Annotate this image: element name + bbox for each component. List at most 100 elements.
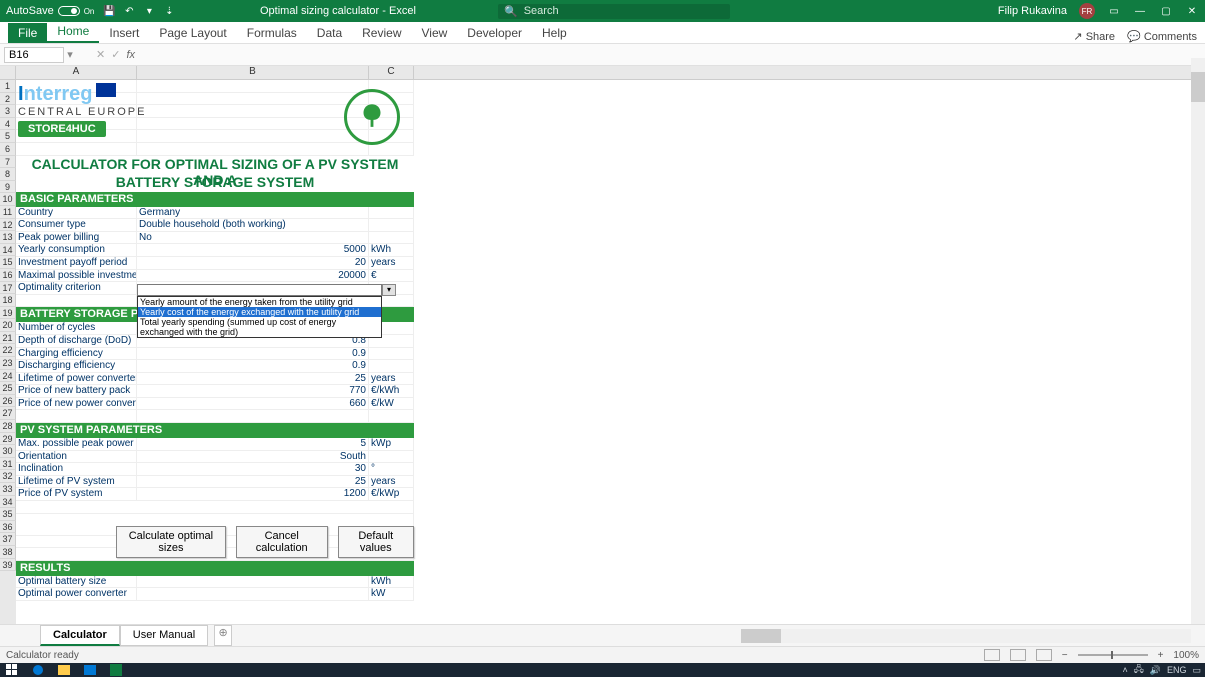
mail-icon[interactable] bbox=[82, 664, 98, 676]
ribbon-tabs: File Home Insert Page Layout Formulas Da… bbox=[0, 22, 1205, 44]
sheet-tab-user-manual[interactable]: User Manual bbox=[120, 625, 208, 646]
label-pv-price: Price of PV system bbox=[16, 488, 137, 501]
zoom-out-icon[interactable]: − bbox=[1062, 650, 1068, 661]
share-button[interactable]: ↗ Share bbox=[1073, 30, 1115, 43]
name-box[interactable]: B16 bbox=[4, 47, 64, 63]
ribbon-display-icon[interactable]: ▭ bbox=[1107, 4, 1121, 18]
tab-file[interactable]: File bbox=[8, 23, 47, 43]
col-header-b[interactable]: B bbox=[137, 66, 369, 80]
explorer-icon[interactable] bbox=[56, 664, 72, 676]
tab-formulas[interactable]: Formulas bbox=[237, 23, 307, 43]
tab-help[interactable]: Help bbox=[532, 23, 577, 43]
status-text: Calculator ready bbox=[6, 650, 79, 661]
dropdown-arrow-icon[interactable]: ▾ bbox=[382, 284, 396, 296]
user-avatar[interactable]: FR bbox=[1079, 3, 1095, 19]
search-box[interactable]: 🔍 Search bbox=[498, 4, 730, 19]
zoom-in-icon[interactable]: + bbox=[1158, 650, 1164, 661]
main-title-2: BATTERY STORAGE SYSTEM bbox=[16, 174, 414, 192]
eu-flag-icon bbox=[96, 83, 116, 97]
zoom-level[interactable]: 100% bbox=[1173, 650, 1199, 661]
section-pv: PV SYSTEM PARAMETERS bbox=[16, 423, 414, 438]
label-converter-price: Price of new power converter bbox=[16, 398, 137, 411]
tray-volume-icon[interactable]: 🔊 bbox=[1150, 665, 1161, 676]
label-battery-price: Price of new battery pack bbox=[16, 385, 137, 398]
page-break-view-icon[interactable] bbox=[1036, 649, 1052, 661]
tab-developer[interactable]: Developer bbox=[457, 23, 532, 43]
tree-icon bbox=[344, 89, 400, 145]
fx-icon[interactable]: fx bbox=[126, 49, 135, 61]
value-yearly-consumption[interactable]: 5000 bbox=[137, 244, 369, 257]
tray-chevron-icon[interactable]: ˄ bbox=[1122, 665, 1127, 675]
horizontal-scrollbar[interactable] bbox=[741, 629, 1191, 643]
search-icon: 🔍 bbox=[504, 5, 518, 18]
tab-home[interactable]: Home bbox=[47, 21, 99, 43]
defaults-button[interactable]: Default values bbox=[338, 526, 414, 558]
start-icon[interactable] bbox=[4, 664, 20, 676]
label-opt-battery: Optimal battery size bbox=[16, 576, 137, 589]
label-opt-converter: Optimal power converter bbox=[16, 588, 137, 601]
row-headers[interactable]: 12345678 910111213141516 171819202122232… bbox=[0, 80, 16, 635]
normal-view-icon[interactable] bbox=[984, 649, 1000, 661]
page-layout-view-icon[interactable] bbox=[1010, 649, 1026, 661]
tab-insert[interactable]: Insert bbox=[99, 23, 149, 43]
value-max-investment[interactable]: 20000 bbox=[137, 270, 369, 283]
dropdown-option-2[interactable]: Total yearly spending (summed up cost of… bbox=[138, 317, 381, 337]
zoom-slider[interactable] bbox=[1078, 654, 1148, 656]
label-country: Country bbox=[16, 207, 137, 220]
autosave-toggle[interactable] bbox=[58, 6, 80, 16]
close-icon[interactable]: ✕ bbox=[1185, 4, 1199, 18]
sheet-cells[interactable]: CALCULATOR FOR OPTIMAL SIZING OF A PV SY… bbox=[16, 80, 414, 635]
empty-grid-area[interactable] bbox=[414, 80, 1205, 635]
name-box-dropdown-icon[interactable]: ▾ bbox=[64, 48, 76, 61]
maximize-icon[interactable]: ▢ bbox=[1159, 4, 1173, 18]
undo-icon[interactable]: ↶ bbox=[122, 4, 136, 18]
unit-kwh: kWh bbox=[369, 244, 414, 257]
value-consumer-type[interactable]: Double household (both working) bbox=[137, 219, 369, 232]
optimality-dropdown[interactable]: ▾ Yearly amount of the energy taken from… bbox=[137, 284, 382, 338]
label-yearly-consumption: Yearly consumption bbox=[16, 244, 137, 257]
cancel-formula-icon[interactable]: ✕ bbox=[96, 48, 105, 61]
label-pv-lifetime: Lifetime of PV system bbox=[16, 476, 137, 489]
label-dod: Depth of discharge (DoD) bbox=[16, 335, 137, 348]
tab-review[interactable]: Review bbox=[352, 23, 411, 43]
tray-network-icon[interactable]: 🖧 bbox=[1134, 662, 1144, 678]
col-header-rest[interactable] bbox=[414, 66, 1205, 80]
sheet-tab-calculator[interactable]: Calculator bbox=[40, 625, 120, 646]
calculate-button[interactable]: Calculate optimal sizes bbox=[116, 526, 226, 558]
dropdown-option-1[interactable]: Yearly cost of the energy exchanged with… bbox=[138, 307, 381, 317]
label-cycles: Number of cycles bbox=[16, 322, 137, 335]
section-results: RESULTS bbox=[16, 561, 414, 576]
value-peak-billing[interactable]: No bbox=[137, 232, 369, 245]
minimize-icon[interactable]: — bbox=[1133, 4, 1147, 18]
select-all-corner[interactable] bbox=[0, 66, 16, 80]
add-sheet-icon[interactable]: ⊕ bbox=[214, 625, 232, 646]
grid-area: 12345678 910111213141516 171819202122232… bbox=[0, 80, 1205, 635]
value-country[interactable]: Germany bbox=[137, 207, 369, 220]
tab-view[interactable]: View bbox=[412, 23, 458, 43]
cancel-button[interactable]: Cancel calculation bbox=[236, 526, 328, 558]
redo-dropdown-icon[interactable]: ▾ bbox=[142, 4, 156, 18]
value-payoff-period[interactable]: 20 bbox=[137, 257, 369, 270]
enter-formula-icon[interactable]: ✓ bbox=[111, 48, 120, 61]
customize-qat-icon[interactable]: ⇣ bbox=[162, 4, 176, 18]
comments-button[interactable]: 💬 Comments bbox=[1127, 30, 1197, 43]
user-name[interactable]: Filip Rukavina bbox=[998, 5, 1067, 17]
edge-icon[interactable] bbox=[30, 664, 46, 676]
dropdown-option-0[interactable]: Yearly amount of the energy taken from t… bbox=[138, 297, 381, 307]
window-title: Optimal sizing calculator - Excel bbox=[260, 5, 416, 17]
excel-taskbar-icon[interactable] bbox=[108, 664, 124, 676]
col-header-c[interactable]: C bbox=[369, 66, 414, 80]
tray-notifications-icon[interactable]: ▭ bbox=[1192, 665, 1201, 676]
label-converter-lifetime: Lifetime of power converter bbox=[16, 373, 137, 386]
formula-bar-row: B16 ▾ ✕ ✓ fx bbox=[0, 44, 1205, 66]
save-icon[interactable]: 💾 bbox=[102, 4, 116, 18]
search-placeholder: Search bbox=[524, 5, 559, 17]
autosave-group: AutoSave On bbox=[6, 5, 94, 17]
dropdown-list[interactable]: Yearly amount of the energy taken from t… bbox=[137, 296, 382, 338]
col-header-a[interactable]: A bbox=[16, 66, 137, 80]
tray-lang[interactable]: ENG bbox=[1167, 665, 1187, 675]
tab-data[interactable]: Data bbox=[307, 23, 352, 43]
windows-taskbar: ˄ 🖧 🔊 ENG ▭ bbox=[0, 663, 1205, 677]
tab-page-layout[interactable]: Page Layout bbox=[149, 23, 236, 43]
vertical-scrollbar[interactable] bbox=[1191, 58, 1205, 624]
